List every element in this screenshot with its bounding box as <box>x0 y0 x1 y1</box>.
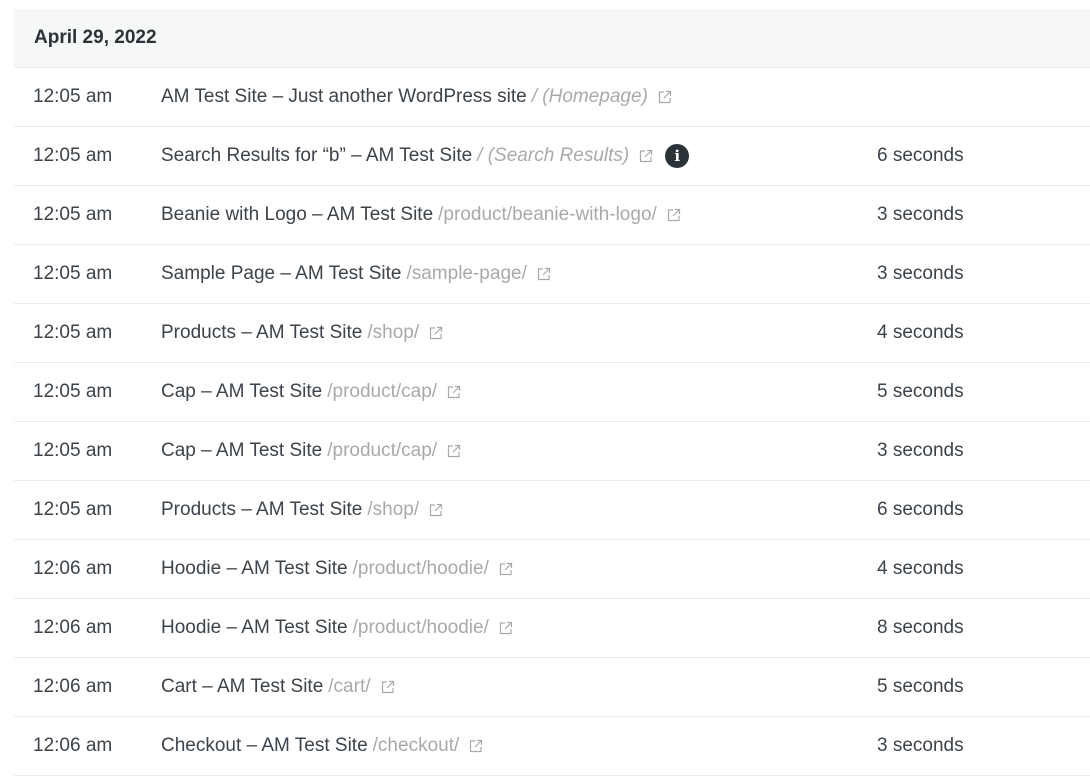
view-time: 12:05 am <box>33 86 113 107</box>
page-title: Hoodie – AM Test Site <box>161 558 348 579</box>
page-view-row: 12:05 am Search Results for “b” – AM Tes… <box>14 127 1090 186</box>
page-title: Cap – AM Test Site <box>161 440 323 461</box>
page-title: Cart – AM Test Site <box>161 676 324 697</box>
view-duration: 6 seconds <box>877 499 964 520</box>
page-path: / (Homepage) <box>531 86 648 107</box>
view-duration: 5 seconds <box>877 381 964 402</box>
external-link-icon[interactable] <box>447 385 461 399</box>
external-link-icon[interactable] <box>537 267 551 281</box>
page-path: /product/cap/ <box>327 440 438 461</box>
page-title: Products – AM Test Site <box>161 322 363 343</box>
view-duration: 6 seconds <box>877 145 964 166</box>
page-title: Checkout – AM Test Site <box>161 735 368 756</box>
external-link-icon[interactable] <box>429 503 443 517</box>
page-view-row: 12:05 am Cap – AM Test Site /product/cap… <box>14 363 1090 422</box>
page-title: Sample Page – AM Test Site <box>161 263 402 284</box>
view-time: 12:05 am <box>33 145 113 166</box>
page-view-row: 12:06 am Cart – AM Test Site /cart/ 5 se… <box>14 658 1090 717</box>
page-path: /shop/ <box>367 322 420 343</box>
page-view-list: 12:05 am AM Test Site – Just another Wor… <box>14 68 1090 776</box>
page-view-row: 12:05 am Products – AM Test Site /shop/ … <box>14 481 1090 540</box>
page-path: /product/cap/ <box>327 381 438 402</box>
page-title: Hoodie – AM Test Site <box>161 617 348 638</box>
page-path: /cart/ <box>328 676 371 697</box>
external-link-icon[interactable] <box>381 680 395 694</box>
view-time: 12:06 am <box>33 735 113 756</box>
view-duration: 8 seconds <box>877 617 964 638</box>
view-duration: 5 seconds <box>877 676 964 697</box>
page-view-row: 12:06 am Hoodie – AM Test Site /product/… <box>14 599 1090 658</box>
page-path: / (Search Results) <box>477 145 630 166</box>
page-title: AM Test Site – Just another WordPress si… <box>161 86 527 107</box>
external-link-icon[interactable] <box>469 739 483 753</box>
page-title: Products – AM Test Site <box>161 499 363 520</box>
page-view-row: 12:05 am Cap – AM Test Site /product/cap… <box>14 422 1090 481</box>
info-icon[interactable]: i <box>665 144 690 168</box>
view-time: 12:06 am <box>33 617 113 638</box>
external-link-icon[interactable] <box>658 90 672 104</box>
view-duration: 4 seconds <box>877 322 964 343</box>
view-time: 12:06 am <box>33 558 113 579</box>
page-title: Cap – AM Test Site <box>161 381 323 402</box>
page-path: /product/hoodie/ <box>352 558 489 579</box>
view-duration: 3 seconds <box>877 735 964 756</box>
view-time: 12:05 am <box>33 440 113 461</box>
page-path: /product/beanie-with-logo/ <box>438 204 657 225</box>
external-link-icon[interactable] <box>667 208 681 222</box>
view-time: 12:06 am <box>33 676 113 697</box>
view-duration: 3 seconds <box>877 204 964 225</box>
view-duration: 4 seconds <box>877 558 964 579</box>
page-view-row: 12:06 am Hoodie – AM Test Site /product/… <box>14 540 1090 599</box>
page-title: Search Results for “b” – AM Test Site <box>161 145 473 166</box>
page-path: /shop/ <box>367 499 420 520</box>
date-header: April 29, 2022 <box>14 9 1090 68</box>
external-link-icon[interactable] <box>447 444 461 458</box>
external-link-icon[interactable] <box>499 621 513 635</box>
view-time: 12:05 am <box>33 381 113 402</box>
page-view-row: 12:05 am Beanie with Logo – AM Test Site… <box>14 186 1090 245</box>
external-link-icon[interactable] <box>499 562 513 576</box>
view-duration: 3 seconds <box>877 440 964 461</box>
page-view-row: 12:05 am Sample Page – AM Test Site /sam… <box>14 245 1090 304</box>
page-path: /checkout/ <box>372 735 460 756</box>
page-title-cell: AM Test Site – Just another WordPress si… <box>161 86 1090 108</box>
page-path: /sample-page/ <box>406 263 527 284</box>
view-time: 12:05 am <box>33 263 113 284</box>
page-title: Beanie with Logo – AM Test Site <box>161 204 434 225</box>
view-time: 12:05 am <box>33 322 113 343</box>
page-view-row: 12:06 am Checkout – AM Test Site /checko… <box>14 717 1090 776</box>
external-link-icon[interactable] <box>429 326 443 340</box>
page-views-panel: April 29, 2022 12:05 am AM Test Site – J… <box>14 9 1090 776</box>
view-duration: 3 seconds <box>877 263 964 284</box>
page-path: /product/hoodie/ <box>352 617 489 638</box>
view-time: 12:05 am <box>33 204 113 225</box>
external-link-icon[interactable] <box>639 149 653 163</box>
page-view-row: 12:05 am AM Test Site – Just another Wor… <box>14 68 1090 127</box>
page-view-row: 12:05 am Products – AM Test Site /shop/ … <box>14 304 1090 363</box>
view-time: 12:05 am <box>33 499 113 520</box>
